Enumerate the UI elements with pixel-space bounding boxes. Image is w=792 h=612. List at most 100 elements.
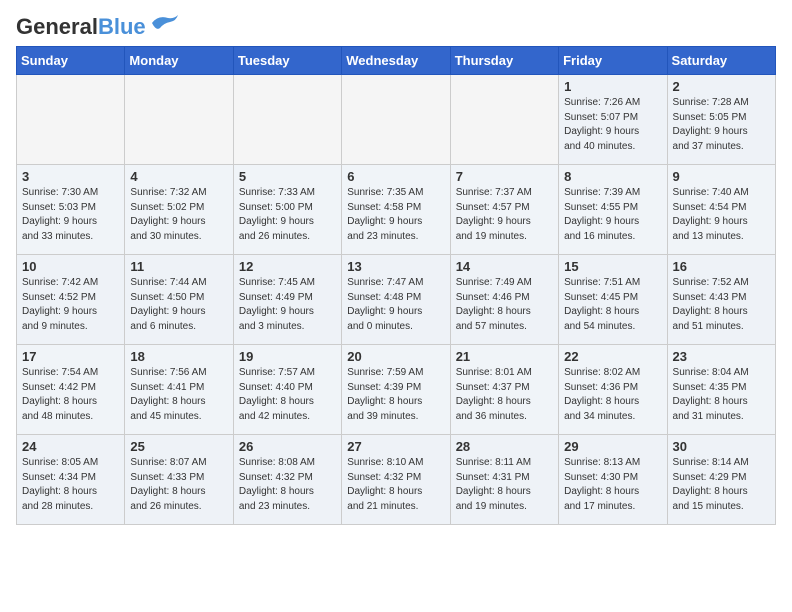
day-info: Sunrise: 7:39 AM Sunset: 4:55 PM Dayligh… xyxy=(564,186,661,244)
week-row-5: 24Sunrise: 8:05 AM Sunset: 4:34 PM Dayli… xyxy=(17,435,776,525)
calendar-cell: 8 Sunrise: 7:39 AM Sunset: 4:55 PM Daylig… xyxy=(559,165,667,255)
day-info: Sunrise: 7:45 AM Sunset: 4:49 PM Dayligh… xyxy=(239,276,336,334)
day-number: 10 xyxy=(22,259,119,274)
day-info: Sunrise: 8:14 AM Sunset: 4:29 PM Dayligh… xyxy=(673,456,770,514)
day-info: Sunrise: 7:28 AM Sunset: 5:05 PM Dayligh… xyxy=(673,96,770,154)
day-info: Sunrise: 7:57 AM Sunset: 4:40 PM Dayligh… xyxy=(239,366,336,424)
logo-blue: Blue xyxy=(98,14,146,39)
day-info: Sunrise: 7:42 AM Sunset: 4:52 PM Dayligh… xyxy=(22,276,119,334)
calendar-cell: 6 Sunrise: 7:35 AM Sunset: 4:58 PM Daylig… xyxy=(342,165,450,255)
calendar-cell: 15 Sunrise: 7:51 AM Sunset: 4:45 PM Dayli… xyxy=(559,255,667,345)
calendar-cell xyxy=(233,75,341,165)
week-row-3: 10 Sunrise: 7:42 AM Sunset: 4:52 PM Dayli… xyxy=(17,255,776,345)
calendar-cell: 29 Sunrise: 8:13 AM Sunset: 4:30 PM Dayli… xyxy=(559,435,667,525)
day-number: 29 xyxy=(564,439,661,454)
day-number: 14 xyxy=(456,259,553,274)
day-number: 1 xyxy=(564,79,661,94)
calendar-cell: 30 Sunrise: 8:14 AM Sunset: 4:29 PM Dayli… xyxy=(667,435,775,525)
weekday-header-row: SundayMondayTuesdayWednesdayThursdayFrid… xyxy=(17,47,776,75)
day-info: Sunrise: 7:54 AM Sunset: 4:42 PM Dayligh… xyxy=(22,366,119,424)
calendar-cell: 23Sunrise: 8:04 AM Sunset: 4:35 PM Dayli… xyxy=(667,345,775,435)
calendar-cell: 25 Sunrise: 8:07 AM Sunset: 4:33 PM Dayli… xyxy=(125,435,233,525)
logo: GeneralBlue xyxy=(16,16,180,38)
day-info: Sunrise: 8:11 AM Sunset: 4:31 PM Dayligh… xyxy=(456,456,553,514)
calendar-cell: 18 Sunrise: 7:56 AM Sunset: 4:41 PM Dayli… xyxy=(125,345,233,435)
day-info: Sunrise: 7:49 AM Sunset: 4:46 PM Dayligh… xyxy=(456,276,553,334)
day-number: 26 xyxy=(239,439,336,454)
day-info: Sunrise: 8:07 AM Sunset: 4:33 PM Dayligh… xyxy=(130,456,227,514)
day-number: 22 xyxy=(564,349,661,364)
calendar-cell: 10 Sunrise: 7:42 AM Sunset: 4:52 PM Dayli… xyxy=(17,255,125,345)
day-info: Sunrise: 7:26 AM Sunset: 5:07 PM Dayligh… xyxy=(564,96,661,154)
day-number: 17 xyxy=(22,349,119,364)
day-number: 15 xyxy=(564,259,661,274)
day-number: 12 xyxy=(239,259,336,274)
day-number: 7 xyxy=(456,169,553,184)
calendar-cell: 13Sunrise: 7:47 AM Sunset: 4:48 PM Dayli… xyxy=(342,255,450,345)
calendar-cell: 12 Sunrise: 7:45 AM Sunset: 4:49 PM Dayli… xyxy=(233,255,341,345)
logo-general: GeneralBlue xyxy=(16,16,146,38)
day-number: 21 xyxy=(456,349,553,364)
calendar-cell: 28Sunrise: 8:11 AM Sunset: 4:31 PM Dayli… xyxy=(450,435,558,525)
day-info: Sunrise: 7:51 AM Sunset: 4:45 PM Dayligh… xyxy=(564,276,661,334)
calendar-cell xyxy=(125,75,233,165)
day-number: 5 xyxy=(239,169,336,184)
day-number: 3 xyxy=(22,169,119,184)
day-number: 27 xyxy=(347,439,444,454)
day-number: 2 xyxy=(673,79,770,94)
weekday-header-friday: Friday xyxy=(559,47,667,75)
calendar-cell: 11 Sunrise: 7:44 AM Sunset: 4:50 PM Dayli… xyxy=(125,255,233,345)
day-info: Sunrise: 7:40 AM Sunset: 4:54 PM Dayligh… xyxy=(673,186,770,244)
day-info: Sunrise: 7:32 AM Sunset: 5:02 PM Dayligh… xyxy=(130,186,227,244)
weekday-header-tuesday: Tuesday xyxy=(233,47,341,75)
calendar-cell xyxy=(17,75,125,165)
day-number: 16 xyxy=(673,259,770,274)
day-info: Sunrise: 7:33 AM Sunset: 5:00 PM Dayligh… xyxy=(239,186,336,244)
calendar-cell: 7 Sunrise: 7:37 AM Sunset: 4:57 PM Daylig… xyxy=(450,165,558,255)
day-number: 13 xyxy=(347,259,444,274)
day-number: 30 xyxy=(673,439,770,454)
day-number: 20 xyxy=(347,349,444,364)
weekday-header-sunday: Sunday xyxy=(17,47,125,75)
day-info: Sunrise: 8:10 AM Sunset: 4:32 PM Dayligh… xyxy=(347,456,444,514)
day-number: 9 xyxy=(673,169,770,184)
calendar-cell: 5 Sunrise: 7:33 AM Sunset: 5:00 PM Daylig… xyxy=(233,165,341,255)
day-info: Sunrise: 7:35 AM Sunset: 4:58 PM Dayligh… xyxy=(347,186,444,244)
weekday-header-saturday: Saturday xyxy=(667,47,775,75)
day-number: 18 xyxy=(130,349,227,364)
week-row-1: 1 Sunrise: 7:26 AM Sunset: 5:07 PM Daylig… xyxy=(17,75,776,165)
day-info: Sunrise: 8:13 AM Sunset: 4:30 PM Dayligh… xyxy=(564,456,661,514)
calendar-cell: 4Sunrise: 7:32 AM Sunset: 5:02 PM Daylig… xyxy=(125,165,233,255)
weekday-header-thursday: Thursday xyxy=(450,47,558,75)
calendar-cell: 24Sunrise: 8:05 AM Sunset: 4:34 PM Dayli… xyxy=(17,435,125,525)
calendar-cell: 21 Sunrise: 8:01 AM Sunset: 4:37 PM Dayli… xyxy=(450,345,558,435)
weekday-header-wednesday: Wednesday xyxy=(342,47,450,75)
day-number: 6 xyxy=(347,169,444,184)
calendar-cell: 19 Sunrise: 7:57 AM Sunset: 4:40 PM Dayli… xyxy=(233,345,341,435)
day-info: Sunrise: 7:52 AM Sunset: 4:43 PM Dayligh… xyxy=(673,276,770,334)
day-number: 19 xyxy=(239,349,336,364)
week-row-2: 3 Sunrise: 7:30 AM Sunset: 5:03 PM Daylig… xyxy=(17,165,776,255)
day-info: Sunrise: 8:08 AM Sunset: 4:32 PM Dayligh… xyxy=(239,456,336,514)
calendar-table: SundayMondayTuesdayWednesdayThursdayFrid… xyxy=(16,46,776,525)
calendar-cell: 22 Sunrise: 8:02 AM Sunset: 4:36 PM Dayli… xyxy=(559,345,667,435)
day-info: Sunrise: 7:37 AM Sunset: 4:57 PM Dayligh… xyxy=(456,186,553,244)
day-info: Sunrise: 7:30 AM Sunset: 5:03 PM Dayligh… xyxy=(22,186,119,244)
day-info: Sunrise: 8:02 AM Sunset: 4:36 PM Dayligh… xyxy=(564,366,661,424)
calendar-cell: 27 Sunrise: 8:10 AM Sunset: 4:32 PM Dayli… xyxy=(342,435,450,525)
day-number: 24 xyxy=(22,439,119,454)
calendar-cell xyxy=(450,75,558,165)
day-number: 8 xyxy=(564,169,661,184)
calendar-cell: 2 Sunrise: 7:28 AM Sunset: 5:05 PM Daylig… xyxy=(667,75,775,165)
day-info: Sunrise: 7:56 AM Sunset: 4:41 PM Dayligh… xyxy=(130,366,227,424)
day-number: 11 xyxy=(130,259,227,274)
calendar-cell: 20 Sunrise: 7:59 AM Sunset: 4:39 PM Dayli… xyxy=(342,345,450,435)
day-info: Sunrise: 7:59 AM Sunset: 4:39 PM Dayligh… xyxy=(347,366,444,424)
day-number: 25 xyxy=(130,439,227,454)
day-info: Sunrise: 8:01 AM Sunset: 4:37 PM Dayligh… xyxy=(456,366,553,424)
calendar-cell xyxy=(342,75,450,165)
day-info: Sunrise: 7:44 AM Sunset: 4:50 PM Dayligh… xyxy=(130,276,227,334)
page-header: GeneralBlue xyxy=(16,16,776,38)
calendar-cell: 17 Sunrise: 7:54 AM Sunset: 4:42 PM Dayli… xyxy=(17,345,125,435)
day-number: 23 xyxy=(673,349,770,364)
